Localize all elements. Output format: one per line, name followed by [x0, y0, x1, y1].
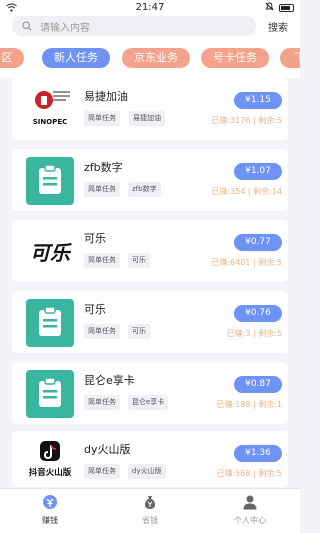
price-button[interactable]: ¥0.76 [234, 305, 282, 322]
task-tag: 可乐 [128, 324, 150, 339]
task-title: 易捷加油 [84, 90, 128, 103]
tab-newcomer[interactable]: 新人任务 [42, 48, 110, 68]
task-title: zfb数字 [84, 161, 123, 174]
alarm-icon [265, 2, 274, 14]
task-tag: zfb数字 [128, 182, 161, 197]
task-title: 可乐 [84, 303, 106, 316]
task-tag: 简单任务 [84, 395, 120, 410]
task-stats: 已赚:568 | 剩余:5 [216, 469, 282, 478]
status-bar: 21:47 [0, 0, 300, 16]
task-tag: 易捷加油 [129, 111, 165, 126]
search-button[interactable]: 搜索 [268, 19, 288, 34]
logo-text: 可乐 [30, 241, 72, 265]
task-card[interactable]: 可乐 简单任务 可乐 ¥0.76 已赚:3 | 剩余:5 [12, 291, 288, 353]
remaining-count: 剩余:1 [258, 400, 282, 409]
task-stats: 已赚:3176 | 剩余:5 [211, 116, 282, 125]
earned-count: 已赚:3176 [211, 116, 251, 125]
note-icon [26, 157, 74, 205]
tab-partial-left[interactable]: 区 [0, 48, 24, 68]
note-icon [26, 299, 74, 347]
price-button[interactable]: ¥1.36 [234, 445, 282, 462]
earned-count: 已赚:354 [211, 187, 246, 196]
cola-logo-icon: 可乐 [26, 228, 74, 276]
task-card[interactable]: 昆仑e享卡 简单任务 昆仑e享卡 ¥0.87 已赚:199 | 剩余:1 [12, 362, 288, 424]
remaining-count: 剩余:5 [258, 329, 282, 338]
price-button[interactable]: ¥1.15 [234, 92, 282, 109]
nav-profile[interactable]: 个人中心 [220, 494, 280, 526]
status-time: 21:47 [135, 2, 165, 13]
task-tag: 简单任务 [84, 182, 120, 197]
category-tabs: 区 新人任务 京东业务 号卡任务 下 [0, 38, 300, 78]
earn-icon [43, 495, 57, 509]
money-bag-icon [144, 496, 156, 509]
task-tag: 简单任务 [84, 324, 120, 339]
remaining-count: 剩余:5 [258, 469, 282, 478]
earned-count: 已赚:199 [216, 400, 251, 409]
remaining-count: 剩余:14 [253, 187, 282, 196]
remaining-count: 剩余:5 [258, 258, 282, 267]
price-button[interactable]: ¥1.07 [234, 163, 282, 180]
header: 请输入内容 搜索 [0, 16, 300, 38]
nav-save[interactable]: 省钱 [120, 494, 180, 526]
logo-text: SINOPEC [33, 118, 68, 126]
task-title: 可乐 [84, 232, 106, 245]
tab-sim-card[interactable]: 号卡任务 [201, 48, 269, 68]
task-tag: dy火山版 [128, 464, 166, 479]
bottom-nav: 赚钱 省钱 个人中心 [0, 488, 300, 533]
task-tag: 简单任务 [84, 464, 120, 479]
task-tag: 昆仑e享卡 [128, 395, 169, 410]
nav-label: 赚钱 [42, 516, 58, 525]
nav-label: 个人中心 [234, 516, 266, 525]
earned-count: 已赚:3 [226, 329, 251, 338]
tab-partial-right[interactable]: 下 [280, 48, 300, 68]
task-tag: 简单任务 [84, 111, 120, 126]
nav-label: 省钱 [142, 516, 158, 525]
task-card[interactable]: SINOPEC 易捷加油 简单任务 易捷加油 ¥1.15 已赚:3176 | 剩… [12, 78, 288, 140]
task-title: 昆仑e享卡 [84, 374, 135, 387]
task-tag: 简单任务 [84, 253, 120, 268]
search-input[interactable]: 请输入内容 [40, 19, 90, 34]
task-card[interactable]: 抖音火山版 dy火山版 简单任务 dy火山版 ¥1.36 已赚:568 | 剩余… [12, 431, 288, 487]
note-icon [26, 370, 74, 418]
task-card[interactable]: zfb数字 简单任务 zfb数字 ¥1.07 已赚:354 | 剩余:14 [12, 149, 288, 211]
task-stats: 已赚:354 | 剩余:14 [211, 187, 282, 196]
tab-jd[interactable]: 京东业务 [122, 48, 190, 68]
search-bar[interactable]: 请输入内容 [12, 16, 256, 36]
nav-earn[interactable]: 赚钱 [20, 494, 80, 526]
douyin-logo-icon: 抖音火山版 [26, 439, 74, 487]
sinopec-logo-icon: SINOPEC [26, 86, 74, 134]
task-stats: 已赚:6401 | 剩余:5 [211, 258, 282, 267]
earned-count: 已赚:568 [216, 469, 251, 478]
price-button[interactable]: ¥0.87 [234, 376, 282, 393]
task-stats: 已赚:3 | 剩余:5 [226, 329, 282, 338]
price-button[interactable]: ¥0.77 [234, 234, 282, 251]
task-card[interactable]: 可乐 可乐 简单任务 可乐 ¥0.77 已赚:6401 | 剩余:5 [12, 220, 288, 282]
task-title: dy火山版 [84, 443, 131, 456]
task-tag: 可乐 [128, 253, 150, 268]
person-icon [243, 495, 257, 510]
earned-count: 已赚:6401 [211, 258, 251, 267]
logo-text: 抖音火山版 [29, 467, 72, 478]
battery-icon [279, 4, 294, 12]
search-icon [22, 21, 32, 31]
remaining-count: 剩余:5 [258, 116, 282, 125]
task-stats: 已赚:199 | 剩余:1 [216, 400, 282, 409]
